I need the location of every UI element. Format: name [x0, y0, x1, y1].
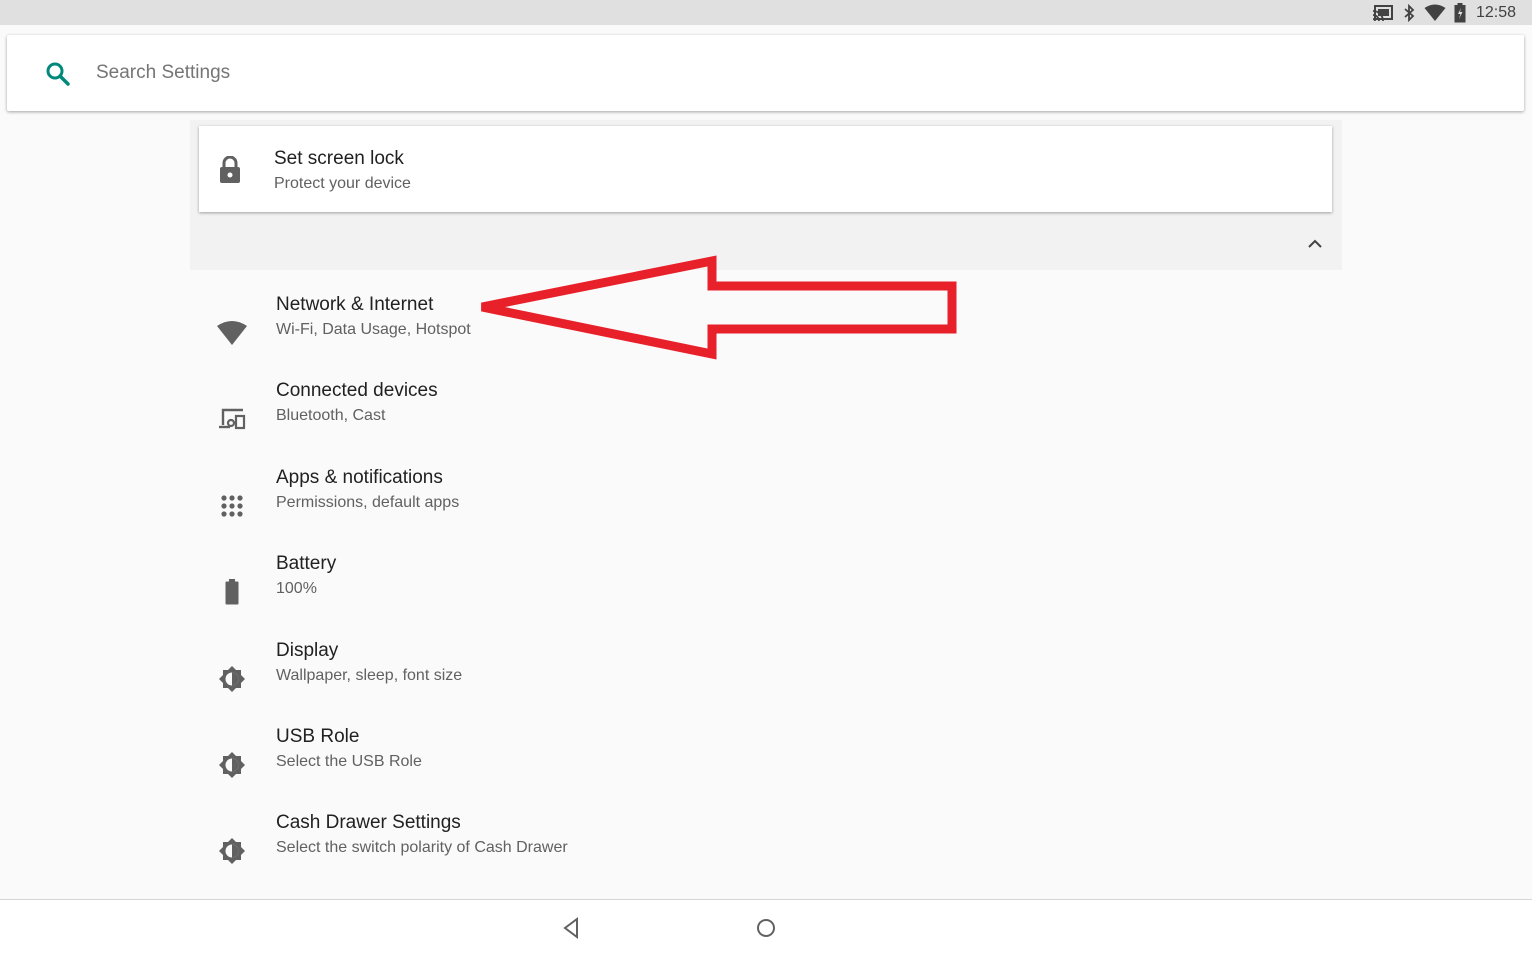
annotation-arrow	[474, 255, 964, 370]
battery-charging-icon	[1454, 2, 1466, 23]
search-bar[interactable]: Search Settings	[7, 35, 1524, 111]
lock-icon	[219, 155, 241, 189]
settings-item-cash-drawer[interactable]: Cash Drawer Settings Select the switch p…	[190, 807, 1342, 893]
settings-item-title: Connected devices	[276, 380, 438, 401]
settings-item-title: Apps & notifications	[276, 467, 443, 488]
settings-item-display[interactable]: Display Wallpaper, sleep, font size	[190, 635, 1342, 721]
cast-icon	[1372, 4, 1394, 22]
settings-item-summary: 100%	[276, 580, 317, 597]
settings-item-apps-notifications[interactable]: Apps & notifications Permissions, defaul…	[190, 462, 1342, 548]
suggestion-section: Set screen lock Protect your device	[190, 120, 1342, 270]
status-time: 12:58	[1475, 3, 1516, 21]
suggestion-set-screen-lock[interactable]: Set screen lock Protect your device	[199, 126, 1332, 212]
wifi-icon	[1424, 4, 1446, 22]
apps-grid-icon	[216, 492, 248, 520]
settings-item-title: Battery	[276, 553, 337, 574]
brightness-icon	[216, 751, 248, 779]
settings-item-title: Cash Drawer Settings	[276, 812, 461, 833]
search-icon[interactable]	[45, 61, 71, 92]
brightness-icon	[216, 665, 248, 693]
search-input[interactable]: Search Settings	[96, 62, 230, 84]
back-icon[interactable]	[561, 917, 581, 944]
battery-icon	[216, 578, 248, 606]
chevron-up-icon[interactable]	[1305, 234, 1325, 259]
settings-item-summary: Bluetooth, Cast	[276, 407, 386, 424]
settings-item-title: Network & Internet	[276, 294, 434, 315]
devices-icon	[216, 405, 248, 433]
settings-item-usb-role[interactable]: USB Role Select the USB Role	[190, 721, 1342, 807]
suggestion-summary: Protect your device	[274, 175, 411, 192]
home-icon[interactable]	[755, 917, 777, 944]
brightness-icon	[216, 837, 248, 865]
settings-item-connected-devices[interactable]: Connected devices Bluetooth, Cast	[190, 375, 1342, 461]
navigation-bar	[0, 899, 1532, 956]
bluetooth-icon	[1402, 3, 1416, 22]
settings-item-summary: Wi-Fi, Data Usage, Hotspot	[276, 321, 471, 338]
settings-item-battery[interactable]: Battery 100%	[190, 548, 1342, 634]
wifi-icon	[216, 319, 248, 347]
settings-item-summary: Select the USB Role	[276, 753, 422, 770]
status-icons: 12:58	[1372, 0, 1516, 25]
settings-item-summary: Wallpaper, sleep, font size	[276, 667, 463, 684]
settings-item-summary: Permissions, default apps	[276, 494, 460, 511]
settings-item-summary: Select the switch polarity of Cash Drawe…	[276, 839, 568, 856]
status-bar: 12:58	[0, 0, 1532, 25]
settings-item-title: Display	[276, 640, 339, 661]
suggestion-title: Set screen lock	[274, 148, 404, 169]
settings-item-title: USB Role	[276, 726, 360, 747]
